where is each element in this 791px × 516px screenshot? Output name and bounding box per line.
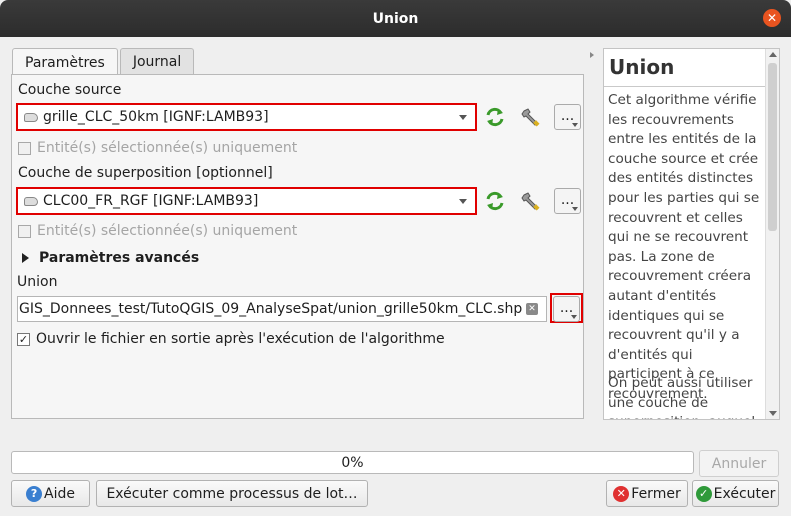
- selected-only-label-2: Entité(s) sélectionnée(s) uniquement: [37, 223, 298, 239]
- scroll-down-icon[interactable]: [769, 411, 777, 416]
- tab-bar: Paramètres Journal: [12, 48, 196, 76]
- scroll-thumb[interactable]: [768, 63, 777, 231]
- source-layer-combo[interactable]: grille_CLC_50km [IGNF:LAMB93]: [16, 103, 477, 131]
- help-panel: Union Cet algorithme vérifie les recouvr…: [603, 48, 780, 420]
- layer-polygon-icon: [24, 196, 38, 206]
- window-title: Union: [372, 10, 419, 27]
- close-button-label: Fermer: [631, 485, 681, 502]
- help-paragraph-2: On peut aussi utiliser une couche de sup…: [608, 375, 755, 419]
- title-bar: Union ✕: [0, 0, 791, 37]
- output-path-field[interactable]: GIS_Donnees_test/TutoQGIS_09_AnalyseSpat…: [17, 296, 547, 322]
- overlay-layer-value: CLC00_FR_RGF [IGNF:LAMB93]: [43, 193, 259, 209]
- advanced-parameters-toggle[interactable]: Paramètres avancés: [22, 250, 199, 266]
- source-layer-value: grille_CLC_50km [IGNF:LAMB93]: [43, 109, 269, 125]
- help-icon: ?: [26, 485, 43, 502]
- dots-label: ...: [560, 192, 575, 208]
- output-browse-button[interactable]: ...: [553, 296, 580, 322]
- help-divider: [604, 86, 766, 87]
- overlay-layer-combo[interactable]: CLC00_FR_RGF [IGNF:LAMB93]: [16, 187, 477, 215]
- help-paragraph-1: Cet algorithme vérifie les recouvrements…: [608, 92, 760, 402]
- close-circle-icon: ✕: [613, 485, 630, 502]
- open-after-checkbox[interactable]: ✓ Ouvrir le fichier en sortie après l'ex…: [17, 331, 445, 347]
- checkbox-box: [18, 141, 31, 155]
- help-scrollbar[interactable]: [765, 49, 779, 419]
- run-check-icon: ✓: [695, 485, 712, 502]
- layer-polygon-icon: [24, 112, 38, 122]
- chevron-down-icon: [572, 123, 578, 127]
- run-button[interactable]: ✓ Exécuter: [692, 480, 779, 507]
- help-button[interactable]: ? Aide: [11, 480, 90, 507]
- run-button-label: Exécuter: [713, 485, 776, 502]
- overlay-layer-label: Couche de superposition [optionnel]: [18, 165, 273, 181]
- source-layer-label: Couche source: [18, 82, 122, 98]
- wrench-icon[interactable]: [518, 188, 544, 214]
- help-button-label: Aide: [44, 485, 75, 502]
- clear-icon[interactable]: ✕: [526, 303, 538, 315]
- selected-only-checkbox-2[interactable]: Entité(s) sélectionnée(s) uniquement: [18, 223, 297, 239]
- iterate-icon[interactable]: [482, 104, 508, 130]
- splitter-arrow-icon[interactable]: [590, 52, 594, 58]
- parameters-panel: Couche source grille_CLC_50km [IGNF:LAMB…: [11, 74, 584, 419]
- open-after-label: Ouvrir le fichier en sortie après l'exéc…: [36, 331, 445, 347]
- source-options-button[interactable]: ...: [554, 104, 581, 130]
- progress-text: 0%: [341, 454, 364, 471]
- wrench-icon[interactable]: [518, 104, 544, 130]
- help-title: Union: [609, 55, 675, 79]
- chevron-down-icon: [459, 115, 467, 120]
- window-close-icon[interactable]: ✕: [763, 9, 781, 27]
- dots-label: ...: [560, 108, 575, 124]
- output-label: Union: [17, 274, 58, 290]
- chevron-down-icon: [571, 315, 577, 319]
- chevron-down-icon: [459, 199, 467, 204]
- scroll-up-icon[interactable]: [769, 52, 777, 57]
- tab-parametres[interactable]: Paramètres: [12, 48, 118, 76]
- tab-journal[interactable]: Journal: [119, 48, 195, 75]
- cancel-button[interactable]: Annuler: [699, 450, 779, 477]
- output-path-value: GIS_Donnees_test/TutoQGIS_09_AnalyseSpat…: [19, 301, 523, 317]
- advanced-parameters-label: Paramètres avancés: [39, 250, 200, 266]
- chevron-down-icon: [572, 207, 578, 211]
- batch-process-button[interactable]: Exécuter comme processus de lot…: [96, 480, 368, 507]
- checkbox-box: [18, 224, 31, 238]
- overlay-options-button[interactable]: ...: [554, 188, 581, 214]
- expand-triangle-icon: [22, 253, 29, 263]
- checkbox-checked: ✓: [17, 332, 30, 346]
- selected-only-label-1: Entité(s) sélectionnée(s) uniquement: [37, 140, 298, 156]
- progress-bar: 0%: [11, 451, 694, 474]
- iterate-icon[interactable]: [482, 188, 508, 214]
- close-button[interactable]: ✕ Fermer: [606, 480, 688, 507]
- selected-only-checkbox-1[interactable]: Entité(s) sélectionnée(s) uniquement: [18, 140, 297, 156]
- dots-label: ...: [559, 300, 574, 316]
